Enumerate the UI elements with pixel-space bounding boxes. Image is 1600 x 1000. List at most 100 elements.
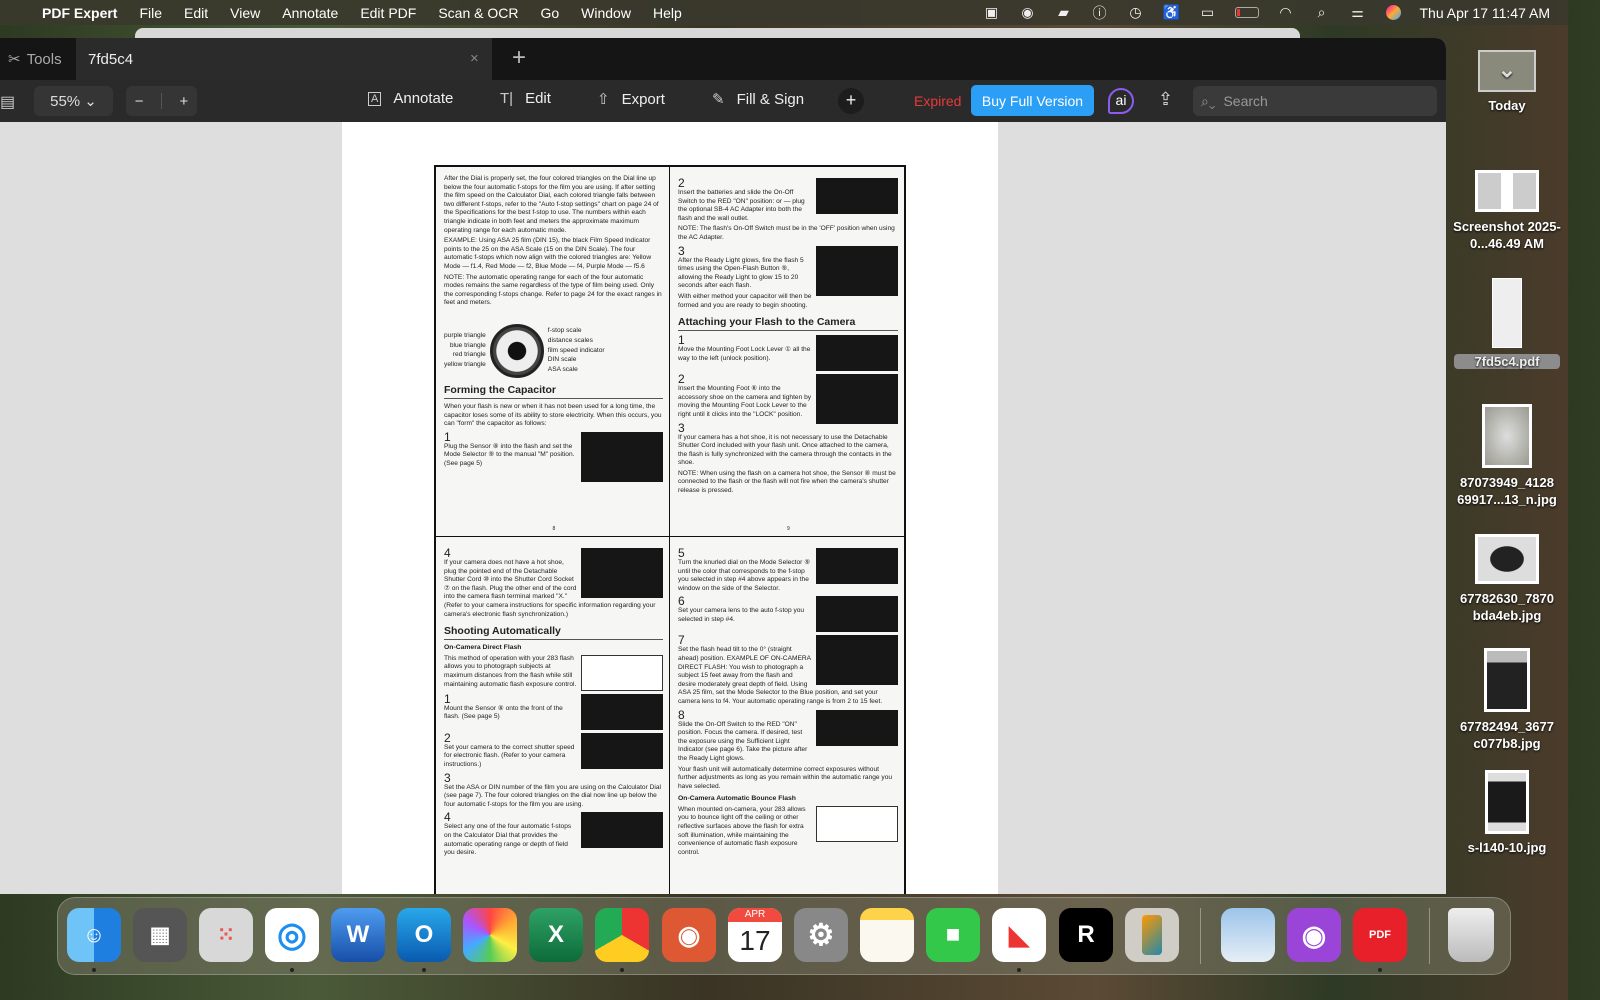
zoom-in-button[interactable]: + xyxy=(179,93,188,110)
edit-button[interactable]: T| Edit xyxy=(500,90,551,107)
file-thumbnail xyxy=(1492,278,1522,348)
text: Turn the knurled dial on the Mode Select… xyxy=(678,559,811,592)
outlook-status-icon[interactable]: ▣ xyxy=(982,4,1002,21)
dock-podcasts-icon[interactable]: ◉ xyxy=(1287,908,1341,962)
menu-view[interactable]: View xyxy=(230,5,260,21)
text: Forming the Capacitor xyxy=(444,383,557,396)
time-machine-icon[interactable]: ◷ xyxy=(1126,4,1146,21)
text: When your flash is new or when it has no… xyxy=(444,402,662,428)
desktop-item-label: 67782494_3677 c077b8.jpg xyxy=(1460,719,1554,751)
dock-word-icon[interactable]: W xyxy=(331,908,385,962)
menu-help[interactable]: Help xyxy=(653,5,682,21)
desktop-file-image-3[interactable]: 67782494_3677 c077b8.jpg xyxy=(1446,648,1568,752)
instruction-step: 2 Insert the Mounting Foot ⑥ into the acc… xyxy=(678,373,898,425)
dock-photos-icon[interactable] xyxy=(463,908,517,962)
dock-system-settings-icon[interactable]: ⚙ xyxy=(794,908,848,962)
wifi-icon[interactable]: ◠ xyxy=(1276,4,1296,21)
dial-label: blue triangle xyxy=(449,341,486,349)
desktop-file-pdf[interactable]: 7fd5c4.pdf xyxy=(1446,278,1568,369)
dock-facetime-icon[interactable]: ■ xyxy=(926,908,980,962)
buy-full-version-button[interactable]: Buy Full Version xyxy=(971,85,1094,116)
menu-app-name[interactable]: PDF Expert xyxy=(42,5,117,21)
share-icon[interactable]: ⇪ xyxy=(1158,89,1173,110)
zoom-dropdown[interactable]: 55% ⌄ xyxy=(34,86,113,116)
tab-bar: ✂ Tools 7fd5c4 × + xyxy=(0,38,1446,80)
text: This method of operation with your 283 f… xyxy=(444,654,577,688)
tab-close-icon[interactable]: × xyxy=(470,50,479,67)
menu-go[interactable]: Go xyxy=(540,5,559,21)
instruction-step: 3 Set the ASA or DIN number of the film y… xyxy=(444,772,663,810)
dock-safari-icon[interactable]: ◎ xyxy=(265,908,319,962)
control-center-icon[interactable]: ⚌ xyxy=(1348,4,1368,21)
export-button[interactable]: ⇧ Export xyxy=(597,90,665,109)
tools-button[interactable]: ✂ Tools xyxy=(8,50,62,69)
ai-assistant-button[interactable]: ai xyxy=(1108,88,1134,114)
info-status-icon[interactable]: ⓘ xyxy=(1090,5,1110,21)
desktop-file-image-2[interactable]: 67782630_7870 bda4eb.jpg xyxy=(1446,534,1568,624)
new-tab-button[interactable]: + xyxy=(512,44,526,72)
screen-mirroring-icon[interactable]: ▭ xyxy=(1198,4,1218,21)
more-tools-button[interactable]: + xyxy=(838,88,864,114)
dock-calendar-icon[interactable]: APR 17 xyxy=(728,908,782,962)
instruction-step: 3 If your camera has a hot shoe, it is no… xyxy=(678,422,898,468)
photo-illustration xyxy=(581,693,663,730)
photo-illustration xyxy=(816,635,898,686)
dock-preview-icon[interactable] xyxy=(1221,908,1275,962)
dock-trash-icon[interactable] xyxy=(1448,908,1494,962)
dial-label: distance scales xyxy=(547,337,593,345)
text: NOTE: The flash's On-Off Switch must be … xyxy=(678,225,895,241)
desktop-file-image-1[interactable]: 87073949_4128 69917...13_n.jpg xyxy=(1446,404,1568,508)
menu-edit-pdf[interactable]: Edit PDF xyxy=(360,5,416,21)
desktop-stack-today[interactable]: ⌄ Today xyxy=(1446,40,1568,113)
instruction-step: 1 Mount the Sensor ⑧ onto the front of th… xyxy=(444,693,663,730)
spotlight-search-icon[interactable]: ⌕ xyxy=(1312,4,1332,21)
fill-sign-button[interactable]: ✎ Fill & Sign xyxy=(712,90,804,109)
sidebar-toggle-icon[interactable]: ▤ xyxy=(0,92,15,112)
running-indicator xyxy=(422,968,426,972)
file-thumbnail xyxy=(1484,648,1530,712)
pdf-expert-window: ✂ Tools 7fd5c4 × + ▤ 55% ⌄ − + A Annotate … xyxy=(0,38,1446,894)
dock-finder-icon[interactable]: ☺ xyxy=(67,908,121,962)
subheading: On-Camera Direct Flash xyxy=(444,644,663,653)
text: Mount the Sensor ⑧ onto the front of the… xyxy=(444,704,563,721)
gemini-status-icon[interactable]: ◉ xyxy=(1018,4,1038,21)
siri-icon[interactable] xyxy=(1384,5,1404,21)
photo-illustration xyxy=(816,245,898,296)
zoom-out-button[interactable]: − xyxy=(135,93,144,110)
search-input[interactable]: ⌕⌄ Search xyxy=(1193,86,1437,116)
dock-pdf-expert-icon[interactable]: ◣ xyxy=(992,908,1046,962)
menu-clock[interactable]: Thu Apr 17 11:47 AM xyxy=(1420,5,1551,21)
annotate-button[interactable]: A Annotate xyxy=(368,90,453,107)
battery-icon[interactable] xyxy=(1234,5,1260,21)
toolbar: ▤ 55% ⌄ − + A Annotate T| Edit ⇧ Export ✎ Fi… xyxy=(0,80,1446,122)
photo-illustration xyxy=(816,548,898,584)
menu-scan-ocr[interactable]: Scan & OCR xyxy=(438,5,518,21)
dock-pdf-app-icon[interactable]: PDF xyxy=(1353,908,1407,962)
tab-document[interactable]: 7fd5c4 xyxy=(76,38,492,80)
menu-annotate[interactable]: Annotate xyxy=(282,5,338,21)
section-heading: Attaching your Flash to the Camera xyxy=(678,316,898,332)
menu-window[interactable]: Window xyxy=(581,5,631,21)
desktop-item-label: Screenshot 2025-0...46.49 AM xyxy=(1453,219,1561,251)
menu-edit[interactable]: Edit xyxy=(184,5,208,21)
scanned-manual-pages: After the Dial is properly set, the four… xyxy=(434,165,906,894)
dock-calculator-icon[interactable]: ▦ xyxy=(133,908,187,962)
text: With either method your capacitor will t… xyxy=(678,292,812,309)
dock-excel-icon[interactable]: X xyxy=(529,908,583,962)
dock-notes-icon[interactable] xyxy=(860,908,914,962)
display-status-icon[interactable]: ▰ xyxy=(1054,4,1074,21)
dock-r-app-icon[interactable]: R xyxy=(1059,908,1113,962)
dock-iphone-mirroring-icon[interactable] xyxy=(1125,908,1179,962)
dock-outlook-icon[interactable]: O xyxy=(397,908,451,962)
desktop-item-label: 67782630_7870 bda4eb.jpg xyxy=(1460,591,1554,623)
desktop-file-image-4[interactable]: s-l140-10.jpg xyxy=(1446,770,1568,855)
menu-file[interactable]: File xyxy=(139,5,162,21)
accessibility-icon[interactable]: ♿ xyxy=(1162,4,1182,21)
dock-duckduckgo-icon[interactable]: ◉ xyxy=(662,908,716,962)
document-viewport[interactable]: After the Dial is properly set, the four… xyxy=(0,122,1446,894)
instruction-step: 1 Move the Mounting Foot Lock Lever ① all… xyxy=(678,334,898,372)
dock-launchpad-icon[interactable]: ⁙ xyxy=(199,908,253,962)
dock-chrome-icon[interactable] xyxy=(595,908,649,962)
desktop-file-screenshot[interactable]: Screenshot 2025-0...46.49 AM xyxy=(1446,170,1568,252)
text: Slide the On-Off Switch to the RED "ON" … xyxy=(678,720,808,762)
